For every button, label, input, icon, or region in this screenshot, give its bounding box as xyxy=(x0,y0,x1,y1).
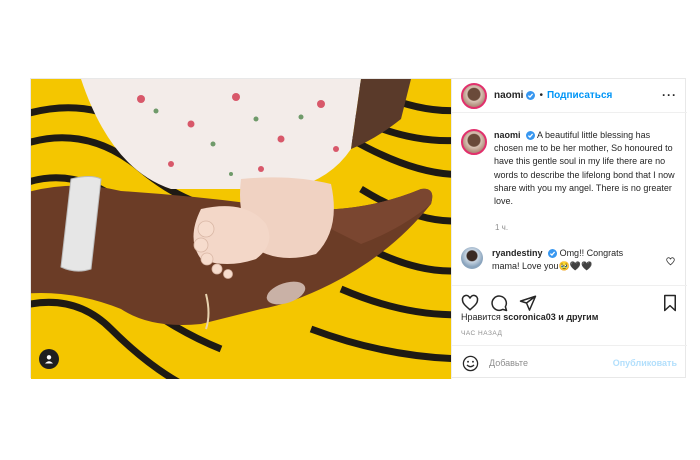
photo-image xyxy=(31,79,451,379)
likes-summary[interactable]: Нравится scoronica03 и другим xyxy=(461,312,598,322)
caption-text: A beautiful little blessing has chosen m… xyxy=(494,130,675,207)
separator-dot: • xyxy=(539,90,543,101)
follow-button[interactable]: Подписаться xyxy=(547,90,612,101)
caption-body: naomi A beautiful little blessing has ch… xyxy=(494,129,679,208)
comment-like-heart-icon[interactable] xyxy=(666,253,675,271)
comment-author[interactable]: ryandestiny xyxy=(492,248,543,258)
post-header: naomi • Подписаться ··· xyxy=(452,79,687,113)
caption-author-avatar[interactable] xyxy=(461,129,487,155)
user-tag-icon[interactable] xyxy=(39,349,59,369)
bookmark-icon[interactable] xyxy=(662,294,678,317)
verified-badge-icon xyxy=(548,249,558,259)
verified-badge-icon xyxy=(526,131,536,141)
commenter-avatar[interactable] xyxy=(461,247,483,269)
author-username[interactable]: naomi xyxy=(494,90,523,101)
caption: naomi A beautiful little blessing has ch… xyxy=(461,129,679,208)
post-side-panel: naomi • Подписаться ··· naomi A beautifu… xyxy=(451,79,687,379)
caption-author[interactable]: naomi xyxy=(494,130,521,140)
comment-input[interactable] xyxy=(489,355,619,371)
caption-time[interactable]: 1 ч. xyxy=(495,223,508,232)
more-icon[interactable]: ··· xyxy=(662,88,677,102)
action-bar xyxy=(452,285,687,312)
comment-body: ryandestiny Omg!! Congrats mama! Love yo… xyxy=(492,247,642,273)
publish-button[interactable]: Опубликовать xyxy=(613,358,677,368)
likes-prefix: Нравится xyxy=(461,312,501,322)
likes-suffix[interactable]: и другим xyxy=(558,312,598,322)
author-avatar[interactable] xyxy=(461,82,487,109)
emoji-icon[interactable] xyxy=(462,355,479,377)
post-photo[interactable] xyxy=(31,79,451,379)
comment-item: ryandestiny Omg!! Congrats mama! Love yo… xyxy=(461,247,679,273)
add-comment-bar: Опубликовать xyxy=(452,345,687,379)
instagram-post: naomi • Подписаться ··· naomi A beautifu… xyxy=(30,78,687,379)
likes-user[interactable]: scoronica03 xyxy=(503,312,556,322)
post-time-ago[interactable]: ЧАС НАЗАД xyxy=(461,330,502,337)
verified-badge-icon xyxy=(526,91,536,100)
